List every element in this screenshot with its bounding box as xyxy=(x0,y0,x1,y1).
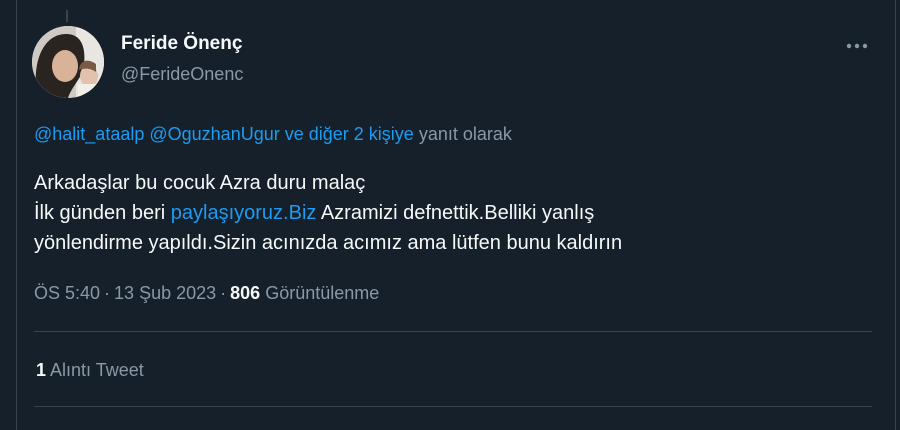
views-count: 806 xyxy=(230,283,261,303)
meta-separator: · xyxy=(104,283,111,303)
tweet-text-line-2: İlk günden beri paylaşıyoruz.Biz Azramiz… xyxy=(34,198,622,228)
thread-connector-line xyxy=(66,10,68,22)
divider xyxy=(34,406,872,407)
author-handle[interactable]: @FerideOnenc xyxy=(121,64,243,85)
tweet-meta: ÖS 5:40 · 13 Şub 2023 · 806 Görüntülenme xyxy=(34,283,379,304)
quote-tweets-link[interactable]: 1 Alıntı Tweet xyxy=(36,360,144,381)
reply-context-suffix: yanıt olarak xyxy=(418,124,512,144)
views-label: Görüntülenme xyxy=(265,283,380,303)
tweet-text: Arkadaşlar bu cocuk Azra duru malaç İlk … xyxy=(34,168,622,258)
tweet-link[interactable]: paylaşıyoruz.Biz xyxy=(171,202,317,224)
meta-separator: · xyxy=(220,283,227,303)
more-horizontal-icon xyxy=(846,43,868,49)
mention-link-oguzhan[interactable]: @OguzhanUgur xyxy=(149,124,279,144)
tweet-text-line-3: yönlendirme yapıldı.Sizin acınızda acımı… xyxy=(34,232,623,254)
tweet-text-line-2-prefix: İlk günden beri xyxy=(34,202,166,224)
author-display-name[interactable]: Feride Önenç xyxy=(121,33,242,55)
tweet-text-line-2-suffix: Azramizi defnettik.Belliki yanlış xyxy=(320,202,595,224)
others-link[interactable]: ve diğer 2 kişiye xyxy=(285,124,414,144)
more-options-button[interactable] xyxy=(842,34,872,58)
avatar-photo xyxy=(32,26,104,98)
tweet-date[interactable]: 13 Şub 2023 xyxy=(114,283,216,303)
avatar[interactable] xyxy=(32,26,104,98)
tweet-text-line-1: Arkadaşlar bu cocuk Azra duru malaç xyxy=(34,172,366,194)
divider xyxy=(34,331,872,332)
reply-context: @halit_ataalp @OguzhanUgur ve diğer 2 ki… xyxy=(34,124,512,145)
quote-label: Alıntı Tweet xyxy=(50,360,144,380)
mention-link-halit[interactable]: @halit_ataalp xyxy=(34,124,144,144)
tweet-time[interactable]: ÖS 5:40 xyxy=(34,283,100,303)
quote-count: 1 xyxy=(36,360,47,380)
